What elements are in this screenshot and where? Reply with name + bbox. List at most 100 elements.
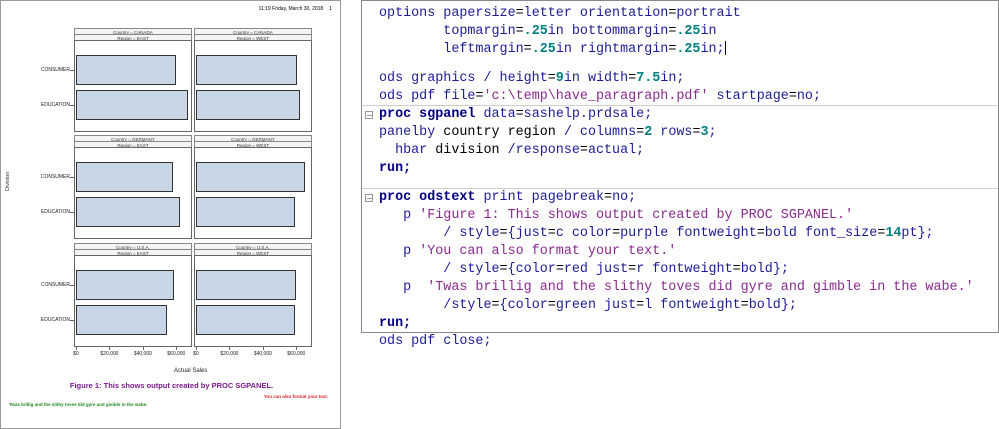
code-token: 7.5 bbox=[636, 71, 661, 86]
sas-code-editor[interactable]: options papersize=letter orientation=por… bbox=[361, 0, 999, 349]
x-tick-label: $60,000 bbox=[167, 351, 186, 357]
code-token: sashelp.prdsale; bbox=[523, 107, 653, 122]
code-line[interactable]: panelby country region / columns=2 rows=… bbox=[379, 124, 717, 142]
code-line[interactable]: ods graphics / height=9in width=7.5in; bbox=[379, 70, 684, 88]
x-tick-label: $60,000 bbox=[287, 351, 306, 357]
x-tick-mark bbox=[142, 347, 144, 350]
code-token: in rightmargin bbox=[555, 42, 669, 57]
category-tick bbox=[70, 69, 74, 71]
code-token: 14 bbox=[885, 226, 902, 241]
code-token: = bbox=[547, 298, 556, 313]
code-token: print pagebreak bbox=[475, 190, 605, 205]
code-token: = bbox=[732, 262, 741, 277]
code-token: / style bbox=[379, 262, 500, 277]
code-token: = bbox=[636, 298, 645, 313]
code-token: = bbox=[788, 89, 797, 104]
code-token: in bbox=[700, 24, 717, 39]
code-token: country region bbox=[443, 125, 556, 140]
code-line[interactable]: hbar division /response=actual; bbox=[379, 142, 644, 160]
code-line[interactable]: / style={just=c color=purple fontweight=… bbox=[379, 225, 934, 243]
x-tick-mark bbox=[196, 347, 197, 350]
fold-toggle-icon[interactable]: − bbox=[365, 111, 373, 120]
category-label: EDUCATION bbox=[40, 208, 70, 215]
category-tick bbox=[70, 104, 74, 106]
x-tick-mark bbox=[109, 347, 111, 350]
code-token: green just bbox=[555, 298, 637, 313]
code-token: = bbox=[740, 298, 749, 313]
also-format-text: You can also format your text. bbox=[263, 394, 328, 399]
code-line[interactable]: options papersize=letter orientation=por… bbox=[379, 5, 741, 23]
code-token: r fontweight bbox=[636, 262, 733, 277]
code-token: in; bbox=[660, 71, 685, 86]
x-tick-mark bbox=[176, 347, 178, 350]
bar-education bbox=[76, 304, 168, 336]
code-token: .25 bbox=[676, 42, 701, 57]
code-token: leftmargin bbox=[379, 42, 524, 57]
code-token: purple fontweight bbox=[620, 226, 757, 241]
category-label: CONSUMER bbox=[40, 281, 70, 288]
code-line[interactable]: topmargin=.25in bottommargin=.25in bbox=[379, 23, 717, 41]
code-token: 3 bbox=[700, 125, 709, 140]
code-line[interactable]: ods pdf close; bbox=[379, 333, 492, 351]
code-token: = bbox=[756, 226, 765, 241]
code-token: = bbox=[636, 125, 645, 140]
code-token: run; bbox=[379, 316, 412, 331]
category-label: CONSUMER bbox=[40, 173, 70, 180]
code-line[interactable]: run; bbox=[379, 315, 411, 333]
bar-consumer bbox=[76, 269, 174, 301]
bar-consumer bbox=[196, 161, 305, 193]
code-token: bold}; bbox=[748, 298, 797, 313]
code-line[interactable]: ods pdf file = 'c:\temp\have_paragraph.pdf… bbox=[379, 88, 821, 106]
code-token: .25 bbox=[676, 24, 701, 39]
code-token: actual; bbox=[587, 143, 645, 158]
code-line[interactable]: p 'Figure 1: This shows output created b… bbox=[379, 207, 853, 225]
code-line[interactable]: p 'Twas brillig and the slithy toves did… bbox=[379, 279, 974, 297]
code-token: = bbox=[515, 107, 524, 122]
code-token: run; bbox=[379, 161, 412, 176]
code-line[interactable]: proc sgpanel data=sashelp.prdsale; bbox=[379, 106, 652, 124]
code-token: = bbox=[499, 262, 508, 277]
code-token: /response bbox=[499, 143, 580, 158]
section-separator bbox=[362, 188, 998, 189]
bar-consumer bbox=[76, 54, 177, 86]
code-token: options papersize bbox=[379, 6, 516, 21]
code-token: hbar bbox=[379, 143, 436, 158]
header-timestamp: 11:19 Friday, March 30, 2018 bbox=[258, 6, 324, 12]
fold-toggle-icon[interactable]: − bbox=[365, 194, 373, 203]
code-token: / columns bbox=[555, 125, 637, 140]
code-line[interactable]: /style={color=green just=l fontweight=bo… bbox=[379, 297, 797, 315]
code-line[interactable]: / style={color=red just=r fontweight=bol… bbox=[379, 261, 789, 279]
code-token: 'Twas brillig and the slithy toves did g… bbox=[427, 280, 974, 295]
bar-consumer bbox=[76, 161, 173, 193]
bar-consumer bbox=[196, 269, 297, 301]
code-line[interactable]: p 'You can also format your text.' bbox=[379, 243, 676, 261]
code-line[interactable]: leftmargin=.25in rightmargin=.25in; bbox=[379, 41, 726, 59]
category-tick bbox=[70, 211, 74, 213]
code-token: 'c:\temp\have_paragraph.pdf' bbox=[483, 89, 709, 104]
bar-education bbox=[76, 196, 181, 228]
code-token: no; bbox=[612, 190, 637, 205]
category-label: CONSUMER bbox=[40, 66, 70, 73]
code-token: proc odstext bbox=[379, 190, 476, 205]
code-token: l fontweight bbox=[644, 298, 741, 313]
x-tick-label: $40,000 bbox=[133, 351, 152, 357]
code-token: {color bbox=[499, 298, 548, 313]
category-tick bbox=[70, 176, 74, 178]
code-token: pt}; bbox=[901, 226, 934, 241]
brillig-text: Twas brillig and the slithy toves did gy… bbox=[9, 402, 148, 407]
code-token: in width bbox=[563, 71, 629, 86]
code-token: ; bbox=[708, 125, 717, 140]
code-token: p bbox=[379, 280, 428, 295]
code-token: in; bbox=[700, 42, 725, 57]
code-line[interactable]: run; bbox=[379, 160, 411, 178]
category-label: EDUCATION bbox=[40, 101, 70, 108]
code-token: no; bbox=[796, 89, 821, 104]
code-token: = bbox=[628, 262, 637, 277]
code-token: topmargin bbox=[379, 24, 516, 39]
code-token: 'You can also format your text.' bbox=[419, 244, 677, 259]
header-page-number: 1 bbox=[329, 6, 332, 12]
x-tick-mark bbox=[76, 347, 77, 350]
code-token: = bbox=[579, 143, 588, 158]
code-line[interactable]: proc odstext print pagebreak=no; bbox=[379, 189, 636, 207]
category-label: EDUCATION bbox=[40, 316, 70, 323]
